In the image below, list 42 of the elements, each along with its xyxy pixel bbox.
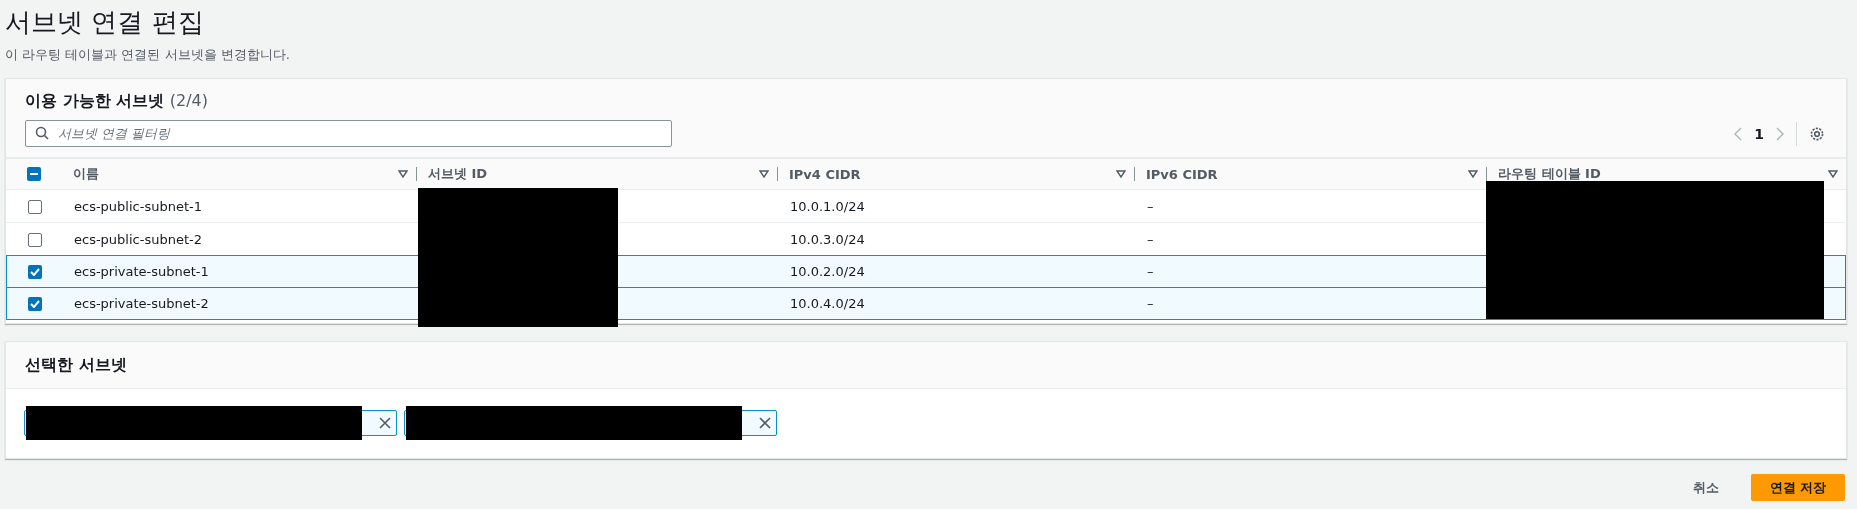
- column-header[interactable]: 라우팅 테이블 ID: [1498, 165, 1601, 183]
- sort-icon[interactable]: [1468, 170, 1478, 178]
- panel-title: 이용 가능한 서브넷 (2/4): [25, 91, 209, 112]
- panel-title: 선택한 서브넷: [25, 354, 127, 376]
- row-checkbox[interactable]: [27, 296, 42, 311]
- row-checkbox[interactable]: [27, 264, 42, 279]
- column-header[interactable]: 서브넷 ID: [428, 165, 488, 183]
- table-cell-text: 10.0.3.0/24: [789, 232, 866, 247]
- sort-icon[interactable]: [759, 170, 769, 178]
- page-number[interactable]: 1: [1754, 125, 1764, 142]
- save-button[interactable]: 연결 저장: [1751, 474, 1845, 501]
- table-cell-text: ecs-private-subnet-2: [73, 296, 210, 311]
- table-cell-text: 10.0.4.0/24: [789, 296, 866, 311]
- select-all-checkbox[interactable]: [26, 167, 41, 181]
- search-icon: [35, 126, 49, 140]
- row-checkbox[interactable]: [27, 232, 42, 247]
- check-icon: [29, 267, 40, 276]
- column-header[interactable]: IPv6 CIDR: [1146, 166, 1218, 182]
- check-icon: [29, 299, 40, 308]
- table-cell-text: –: [1146, 264, 1155, 279]
- cancel-button[interactable]: 취소: [1685, 474, 1727, 501]
- table-cell-text: –: [1146, 296, 1155, 311]
- table-cell-text: ecs-public-subnet-1: [73, 199, 203, 214]
- close-icon[interactable]: [758, 416, 772, 430]
- page-description: 이 라우팅 테이블과 연결된 서브넷을 변경합니다.: [5, 46, 291, 64]
- filter-field[interactable]: 서브넷 연결 필터링: [25, 120, 672, 147]
- column-header[interactable]: IPv4 CIDR: [789, 166, 861, 182]
- table-cell-text: –: [1146, 199, 1155, 214]
- close-icon[interactable]: [378, 416, 392, 430]
- table-cell-text: 10.0.1.0/24: [789, 199, 866, 214]
- settings-icon[interactable]: [1809, 125, 1825, 142]
- table-cell-text: 10.0.2.0/24: [789, 264, 866, 279]
- sort-icon[interactable]: [1116, 170, 1126, 178]
- page-title: 서브넷 연결 편집: [5, 6, 205, 39]
- column-header[interactable]: 이름: [73, 165, 99, 183]
- table-cell-text: –: [1146, 232, 1155, 247]
- table-cell-text: ecs-private-subnet-1: [73, 264, 210, 279]
- sort-icon[interactable]: [398, 170, 408, 178]
- row-checkbox[interactable]: [27, 199, 42, 214]
- table-cell-text: ecs-public-subnet-2: [73, 232, 203, 247]
- dash-icon: [29, 173, 38, 175]
- sort-icon[interactable]: [1828, 170, 1838, 178]
